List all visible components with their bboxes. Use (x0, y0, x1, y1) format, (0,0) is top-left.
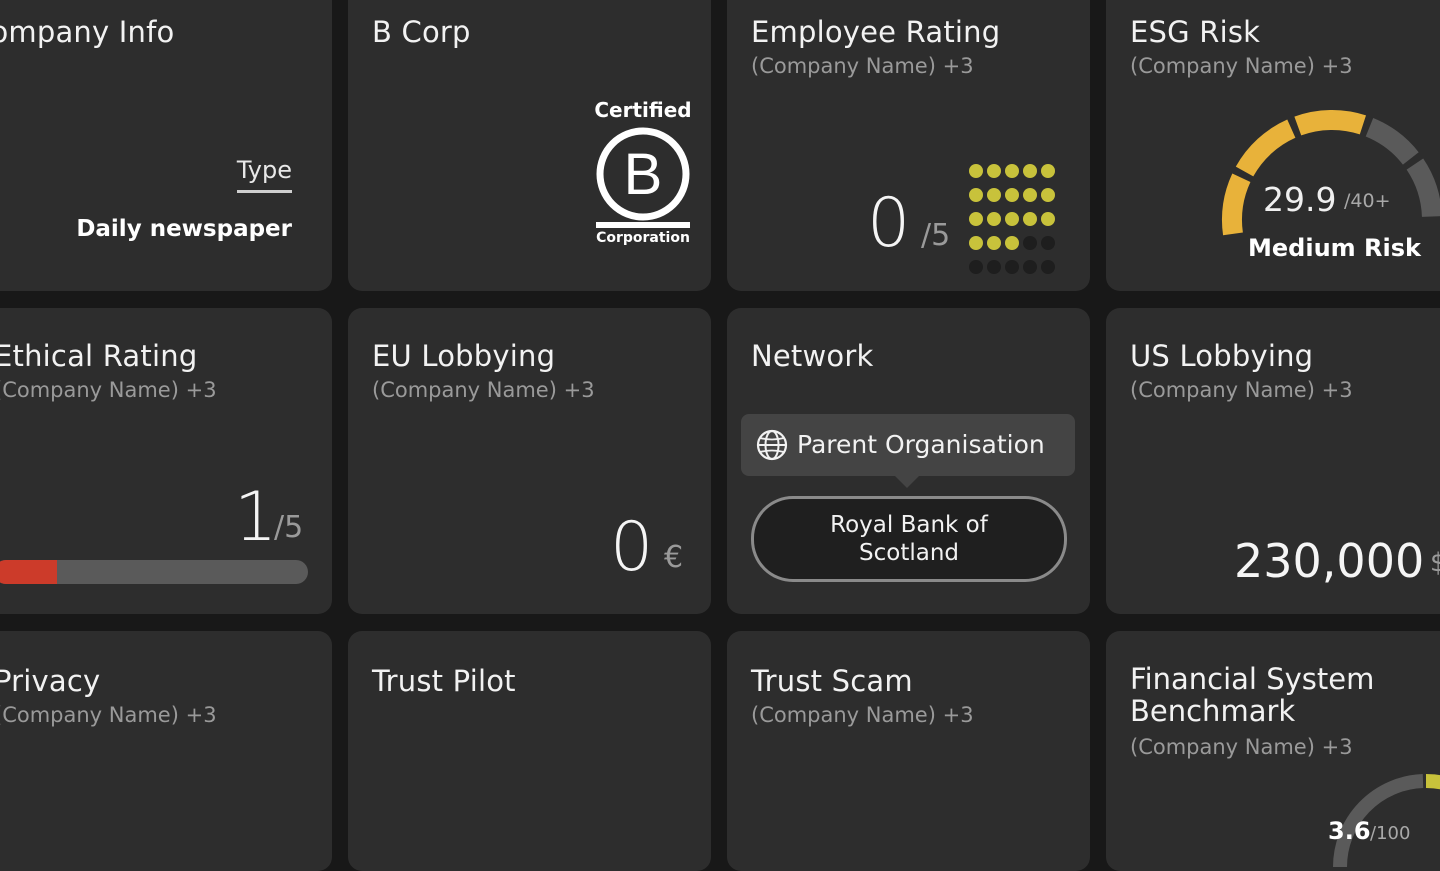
rating-dot-filled (1041, 164, 1055, 178)
gauge-segment (1222, 173, 1251, 236)
svg-text:B: B (624, 142, 663, 207)
rating-max: /5 (921, 218, 951, 253)
type-value: Daily newspaper (76, 216, 292, 242)
card-subtitle: (Company Name) +3 (0, 378, 217, 402)
card-title: Privacy (0, 664, 101, 698)
benchmark-value: 3.6 (1328, 817, 1371, 845)
rating-dot-filled (1005, 164, 1019, 178)
rating-dot-empty (1041, 236, 1055, 250)
rating-dot-filled (1005, 188, 1019, 202)
card-subtitle: (Company Name) +3 (751, 703, 974, 727)
rating-dot-empty (1041, 260, 1055, 274)
esg-risk-card[interactable]: ESG Risk (Company Name) +3 29.9 /40+ Med… (1106, 0, 1440, 291)
globe-icon (756, 429, 788, 461)
bcorp-logo-top: Certified (594, 98, 692, 122)
trust-scam-card[interactable]: Trust Scam (Company Name) +3 (727, 631, 1090, 871)
card-subtitle: (Company Name) +3 (751, 54, 974, 78)
eu-lobbying-card[interactable]: EU Lobbying (Company Name) +3 0 € (348, 308, 711, 614)
benchmark-gauge (1333, 774, 1440, 868)
currency-symbol: $ (1430, 548, 1440, 578)
card-subtitle: (Company Name) +3 (1130, 735, 1353, 759)
type-label: Type (236, 156, 292, 193)
gauge-segment (1365, 118, 1419, 165)
card-title: Trust Pilot (372, 664, 516, 698)
lobbying-value: 0 (610, 508, 654, 587)
bcorp-logo: Certified B Corporation (588, 98, 698, 246)
gauge-segment (1425, 774, 1440, 790)
rating-dot-filled (987, 188, 1001, 202)
rating-dot-filled (1023, 164, 1037, 178)
rating-dot-filled (969, 188, 983, 202)
currency-symbol: € (664, 540, 684, 575)
bcorp-logo-bottom: Corporation (596, 230, 690, 246)
rating-progress-fill (0, 560, 57, 584)
rating-dots (969, 164, 1073, 284)
rating-max: /5 (274, 510, 304, 545)
network-card[interactable]: Network Parent Organisation Royal Bank o… (727, 308, 1090, 614)
gauge-segment (1294, 110, 1366, 136)
rating-dot-filled (1041, 212, 1055, 226)
rating-dot-filled (969, 212, 983, 226)
bcorp-b-icon: B (596, 127, 690, 228)
relation-tooltip: Parent Organisation (741, 414, 1075, 476)
rating-value: 1 (234, 478, 278, 557)
financial-benchmark-card[interactable]: Financial System Benchmark (Company Name… (1106, 631, 1440, 871)
card-title: US Lobbying (1130, 339, 1314, 373)
rating-dot-filled (1041, 188, 1055, 202)
rating-dot-filled (987, 212, 1001, 226)
rating-dot-filled (1023, 188, 1037, 202)
rating-dot-filled (1005, 212, 1019, 226)
card-title: Trust Scam (751, 664, 913, 698)
rating-dot-filled (987, 236, 1001, 250)
card-title: B Corp (372, 15, 471, 49)
bcorp-card[interactable]: B Corp Certified B Corporation (348, 0, 711, 291)
card-title: EU Lobbying (372, 339, 556, 373)
card-subtitle: (Company Name) +3 (0, 703, 217, 727)
rating-dot-empty (969, 260, 983, 274)
card-title: Company Info (0, 15, 175, 49)
rating-progress-track (0, 560, 308, 584)
rating-dot-filled (1005, 236, 1019, 250)
esg-status: Medium Risk (1248, 234, 1421, 262)
card-subtitle: (Company Name) +3 (1130, 54, 1353, 78)
lobbying-value: 230,000 (1234, 534, 1425, 588)
trust-pilot-card[interactable]: Trust Pilot (348, 631, 711, 871)
card-title: ESG Risk (1130, 15, 1261, 49)
employee-rating-card[interactable]: Employee Rating (Company Name) +3 0 /5 (727, 0, 1090, 291)
rating-value: 0 (867, 184, 911, 263)
card-subtitle: (Company Name) +3 (1130, 378, 1353, 402)
rating-dot-empty (1023, 236, 1037, 250)
relation-label: Parent Organisation (797, 430, 1045, 459)
tooltip-arrow (893, 474, 921, 488)
rating-dot-empty (1005, 260, 1019, 274)
rating-dot-filled (969, 236, 983, 250)
rating-dot-filled (1023, 212, 1037, 226)
esg-value: 29.9 (1263, 180, 1337, 219)
privacy-card[interactable]: Privacy (Company Name) +3 (0, 631, 332, 871)
rating-dot-filled (969, 164, 983, 178)
card-title: Ethical Rating (0, 339, 198, 373)
esg-max: /40+ (1344, 190, 1391, 212)
ethical-rating-card[interactable]: Ethical Rating (Company Name) +3 1 /5 (0, 308, 332, 614)
gauge-segment (1406, 158, 1440, 218)
parent-org-button[interactable]: Royal Bank of Scotland (751, 496, 1067, 582)
parent-org-label: Royal Bank of Scotland (830, 512, 988, 566)
rating-dot-filled (987, 164, 1001, 178)
us-lobbying-card[interactable]: US Lobbying (Company Name) +3 230,000 $ (1106, 308, 1440, 614)
card-subtitle: (Company Name) +3 (372, 378, 595, 402)
benchmark-max: /100 (1370, 823, 1411, 844)
rating-dot-empty (987, 260, 1001, 274)
card-title: Network (751, 339, 874, 373)
card-title: Employee Rating (751, 15, 1001, 49)
gauge-segment (1235, 119, 1296, 177)
company-info-card[interactable]: Company Info Type Daily newspaper (0, 0, 332, 291)
card-title: Financial System Benchmark (1130, 662, 1375, 728)
rating-dot-empty (1023, 260, 1037, 274)
